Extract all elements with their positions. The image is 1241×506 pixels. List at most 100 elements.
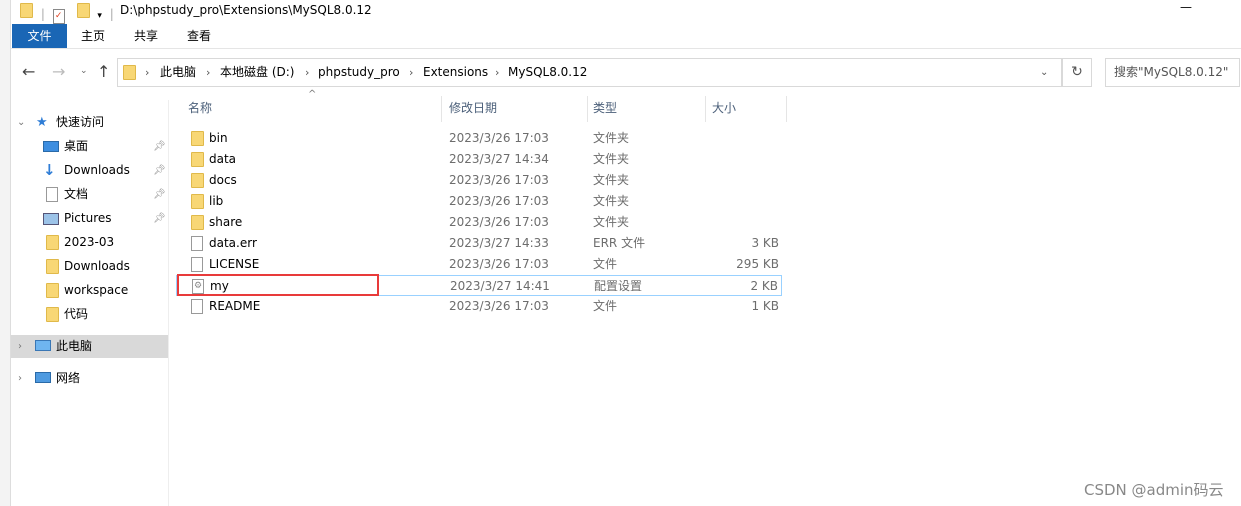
file-row[interactable]: LICENSE 2023/3/26 17:03 文件 295 KB <box>176 254 782 275</box>
file-type: 文件夹 <box>593 131 630 145</box>
nav-quick-access[interactable]: ⌄ ★ 快速访问 <box>11 111 168 134</box>
file-name: lib <box>209 194 224 208</box>
file-type: 文件夹 <box>593 173 630 187</box>
address-bar[interactable]: › 此电脑 › 本地磁盘 (D:) › phpstudy_pro › Exten… <box>117 58 1062 87</box>
file-name: docs <box>209 173 237 187</box>
column-divider[interactable] <box>441 96 442 122</box>
nav-item[interactable]: ↓ Downloads 📌︎ <box>11 159 168 182</box>
column-header-date[interactable]: 修改日期 <box>449 96 497 122</box>
ribbon-divider <box>11 48 1241 49</box>
nav-item[interactable]: Downloads <box>11 255 168 278</box>
file-name: data <box>209 152 237 166</box>
refresh-button[interactable]: ↻ <box>1062 58 1092 87</box>
nav-label: Downloads <box>64 259 130 273</box>
expand-chevron-icon[interactable]: › <box>18 335 22 358</box>
file-row[interactable]: lib 2023/3/26 17:03 文件夹 <box>176 191 782 212</box>
search-input[interactable]: 搜索"MySQL8.0.12" <box>1105 58 1240 87</box>
nav-this-pc[interactable]: › 此电脑 <box>11 335 168 358</box>
nav-label: 代码 <box>64 307 89 321</box>
file-name: share <box>209 215 243 229</box>
nav-label: Pictures <box>64 211 112 225</box>
folder-icon <box>46 235 59 250</box>
new-folder-icon[interactable] <box>76 3 90 18</box>
customize-toolbar-icon[interactable]: ▾ <box>97 11 102 21</box>
folder-icon <box>46 307 59 322</box>
pin-icon[interactable]: 📌︎ <box>153 183 166 206</box>
folder-icon <box>191 173 204 188</box>
nav-item[interactable]: Pictures 📌︎ <box>11 207 168 230</box>
tab-view[interactable]: 查看 <box>173 24 225 48</box>
up-button[interactable]: ↑ <box>97 62 110 81</box>
recent-locations-button[interactable]: ⌄ <box>80 66 88 76</box>
address-dropdown-icon[interactable]: ⌄ <box>1040 59 1048 86</box>
file-row[interactable]: docs 2023/3/26 17:03 文件夹 <box>176 170 782 191</box>
file-row[interactable]: share 2023/3/26 17:03 文件夹 <box>176 212 782 233</box>
pictures-icon <box>43 213 59 225</box>
file-date: 2023/3/27 14:33 <box>449 236 549 250</box>
nav-label: 网络 <box>56 371 81 385</box>
computer-icon <box>35 340 51 351</box>
file-type: 文件 <box>593 257 618 271</box>
nav-network[interactable]: › 网络 <box>11 367 168 390</box>
folder-icon <box>123 65 136 80</box>
pin-icon[interactable]: 📌︎ <box>153 135 166 158</box>
expand-chevron-icon[interactable]: ⌄ <box>17 111 25 134</box>
file-type: 文件夹 <box>593 194 630 208</box>
column-divider[interactable] <box>705 96 706 122</box>
file-row[interactable]: data 2023/3/27 14:34 文件夹 <box>176 149 782 170</box>
expand-chevron-icon[interactable]: › <box>18 367 22 390</box>
highlight-box <box>177 274 379 296</box>
file-icon <box>191 236 203 251</box>
nav-item[interactable]: 2023-03 <box>11 231 168 254</box>
pin-icon[interactable]: 📌︎ <box>153 207 166 230</box>
forward-button[interactable]: → <box>52 62 65 81</box>
file-name: bin <box>209 131 228 145</box>
column-divider[interactable] <box>587 96 588 122</box>
tab-share[interactable]: 共享 <box>119 24 173 48</box>
folder-icon <box>46 259 59 274</box>
back-button[interactable]: ← <box>22 62 35 81</box>
pin-icon[interactable]: 📌︎ <box>153 159 166 182</box>
sort-ascending-icon: ^ <box>308 89 317 100</box>
column-divider[interactable] <box>786 96 787 122</box>
file-type: ERR 文件 <box>593 236 646 250</box>
column-header-type[interactable]: 类型 <box>593 96 617 122</box>
nav-label: 桌面 <box>64 139 89 153</box>
file-row[interactable]: data.err 2023/3/27 14:33 ERR 文件 3 KB <box>176 233 782 254</box>
tab-file[interactable]: 文件 <box>12 24 67 48</box>
nav-item[interactable]: 代码 <box>11 303 168 326</box>
breadcrumb-mysql[interactable]: MySQL8.0.12 <box>508 59 587 86</box>
file-type: 文件夹 <box>593 152 630 166</box>
tab-home[interactable]: 主页 <box>67 24 119 48</box>
column-header-name[interactable]: 名称 <box>188 96 212 122</box>
nav-item[interactable]: workspace <box>11 279 168 302</box>
file-size: 2 KB <box>750 279 778 293</box>
breadcrumb-this-pc[interactable]: 此电脑 <box>160 59 196 86</box>
breadcrumb-phpstudy[interactable]: phpstudy_pro <box>318 59 400 86</box>
nav-item[interactable]: 文档 📌︎ <box>11 183 168 206</box>
file-row[interactable]: README 2023/3/26 17:03 文件 1 KB <box>176 296 782 317</box>
nav-label: Downloads <box>64 163 130 177</box>
file-name: LICENSE <box>209 257 260 271</box>
breadcrumb-extensions[interactable]: Extensions <box>423 59 488 86</box>
folder-icon <box>191 194 204 209</box>
file-row[interactable]: ⚙ my 2023/3/27 14:41 配置设置 2 KB <box>176 274 782 296</box>
file-type: 文件 <box>593 299 618 313</box>
properties-icon[interactable]: ✓ <box>52 9 65 24</box>
file-size: 1 KB <box>751 299 779 313</box>
nav-label: 2023-03 <box>64 235 115 249</box>
file-row[interactable]: bin 2023/3/26 17:03 文件夹 <box>176 128 782 149</box>
column-header-size[interactable]: 大小 <box>712 96 736 122</box>
folder-icon <box>46 283 59 298</box>
background-window-edge <box>0 0 11 506</box>
navigation-pane: ⌄ ★ 快速访问 桌面 📌︎ ↓ Downloads 📌︎ 文档 📌︎ Pictures 📌︎ 2… <box>11 100 169 506</box>
minimize-button[interactable]: — <box>1180 0 1192 14</box>
file-size: 295 KB <box>736 257 779 271</box>
file-date: 2023/3/26 17:03 <box>449 173 549 187</box>
network-icon <box>35 372 51 383</box>
window-title: D:\phpstudy_pro\Extensions\MySQL8.0.12 <box>120 3 372 17</box>
nav-item[interactable]: 桌面 📌︎ <box>11 135 168 158</box>
file-type: 配置设置 <box>594 279 643 293</box>
breadcrumb-drive-d[interactable]: 本地磁盘 (D:) <box>220 59 294 86</box>
folder-icon <box>20 3 33 18</box>
